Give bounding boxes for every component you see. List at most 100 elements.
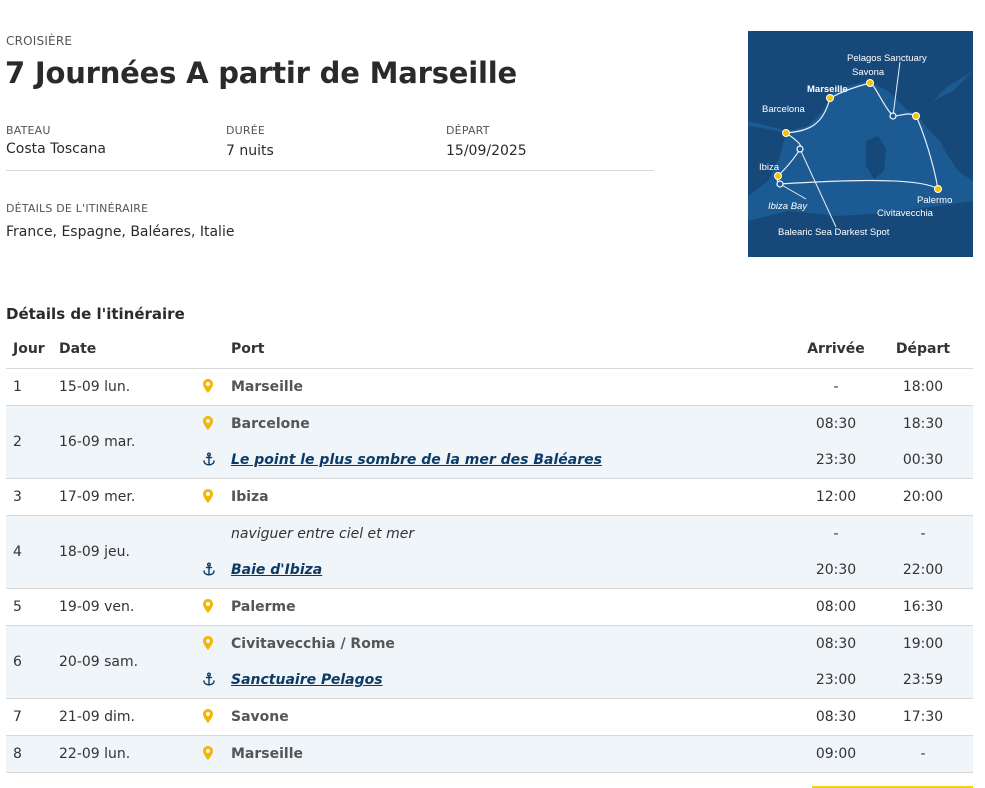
row-arrival: 09:00: [815, 746, 857, 762]
row-port: Civitavecchia / Rome: [231, 636, 395, 652]
row-date: 20-09 sam.: [59, 654, 139, 670]
row-port: Marseille: [231, 746, 304, 762]
row-departure: 17:30: [902, 709, 944, 725]
header-port: Port: [231, 341, 265, 357]
row-arrival: 23:30: [815, 452, 857, 468]
header-day: Jour: [13, 341, 45, 357]
row-departure: -: [920, 746, 926, 762]
pelagos-anchor-marker-icon: [889, 112, 897, 120]
ibiza-bay-anchor-marker-icon: [776, 180, 784, 188]
map-label-ibiza-bay: Ibiza Bay: [768, 201, 808, 212]
row-port: Barcelone: [231, 416, 310, 432]
ibiza-marker-icon: [774, 172, 782, 180]
row-departure: 00:30: [902, 452, 944, 468]
header-departure: Départ: [895, 341, 951, 357]
map-label-ibiza: Ibiza: [759, 162, 780, 173]
excursion-link[interactable]: Baie d'Ibiza: [231, 562, 322, 578]
anchor-icon: [203, 562, 215, 580]
row-arrival: 08:00: [815, 599, 857, 615]
savona-marker-icon: [866, 79, 874, 87]
duration-label: DURÉE: [226, 124, 266, 137]
row-day: 3: [13, 489, 22, 505]
departure-label: DÉPART: [446, 124, 490, 137]
itinerary-details-label: DÉTAILS DE L'ITINÉRAIRE: [6, 202, 149, 215]
map-label-pelagos: Pelagos Sanctuary: [847, 53, 927, 64]
anchor-icon: [203, 452, 215, 470]
row-day: 4: [13, 544, 22, 560]
row-day: 7: [13, 709, 22, 725]
map-pin-icon: [203, 599, 215, 617]
departure-value: 15/09/2025: [446, 143, 527, 159]
row-date: 15-09 lun.: [59, 379, 131, 395]
ship-info: BATEAU Costa Toscana: [6, 124, 106, 157]
itinerary-map[interactable]: Pelagos Sanctuary Savona Marseille Barce…: [748, 31, 973, 257]
map-label-palermo: Palermo: [917, 195, 952, 206]
table-row: 1 15-09 lun. Marseille - 18:00: [6, 369, 973, 406]
row-day: 5: [13, 599, 22, 615]
map-label-civitavecchia: Civitavecchia: [877, 208, 934, 219]
row-date: 19-09 ven.: [59, 599, 135, 615]
map-pin-icon: [203, 636, 215, 654]
row-departure: -: [920, 526, 926, 542]
row-date: 16-09 mar.: [59, 434, 136, 450]
table-row: 5 19-09 ven. Palerme 08:00 16:30: [6, 589, 973, 626]
row-departure: 23:59: [902, 672, 944, 688]
row-day: 2: [13, 434, 22, 450]
barcelona-marker-icon: [782, 129, 790, 137]
row-departure: 16:30: [902, 599, 944, 615]
map-pin-icon: [203, 416, 215, 434]
table-row: 2 16-09 mar. Barcelone 08:30 18:30 Le po…: [6, 406, 973, 479]
land-sardinia: [866, 136, 886, 179]
itinerary-table: Jour Date Port Arrivée Départ 1 15-09 lu…: [6, 332, 973, 773]
row-arrival: -: [833, 526, 839, 542]
route-map-graphic: Pelagos Sanctuary Savona Marseille Barce…: [748, 31, 973, 257]
balearic-anchor-marker-icon: [796, 145, 804, 153]
row-arrival: 20:30: [815, 562, 857, 578]
civitavecchia-marker-icon: [912, 112, 920, 120]
map-pin-icon: [203, 489, 215, 507]
excursion-link[interactable]: Le point le plus sombre de la mer des Ba…: [231, 452, 602, 468]
page-eyebrow: CROISIÈRE: [6, 34, 73, 48]
map-pin-icon: [203, 746, 215, 764]
row-departure: 20:00: [902, 489, 944, 505]
ship-label: BATEAU: [6, 124, 51, 137]
map-label-barcelona: Barcelona: [762, 104, 805, 115]
table-row: 8 22-09 lun. Marseille 09:00 -: [6, 736, 973, 773]
anchor-icon: [203, 672, 215, 690]
header-arrival: Arrivée: [807, 341, 865, 357]
row-departure: 18:30: [902, 416, 944, 432]
ibiza-bay-leader: [779, 183, 807, 200]
cruise-info-row: BATEAU Costa Toscana DURÉE 7 nuits DÉPAR…: [6, 124, 654, 171]
row-port: Ibiza: [231, 489, 269, 505]
table-row: 6 20-09 sam. Civitavecchia / Rome 08:30 …: [6, 626, 973, 699]
table-row: 7 21-09 dim. Savone 08:30 17:30: [6, 699, 973, 736]
row-arrival: -: [833, 379, 839, 395]
palermo-marker-icon: [934, 185, 942, 193]
row-port: Palerme: [231, 599, 296, 615]
map-label-marseille: Marseille: [807, 84, 848, 95]
row-port: Marseille: [231, 379, 304, 395]
row-departure: 22:00: [902, 562, 944, 578]
itinerary-section-title: Détails de l'itinéraire: [6, 305, 185, 323]
map-label-savona: Savona: [852, 67, 885, 78]
excursion-link[interactable]: Sanctuaire Pelagos: [231, 672, 383, 688]
row-day: 1: [13, 379, 22, 395]
row-date: 18-09 jeu.: [59, 544, 130, 560]
row-arrival: 12:00: [815, 489, 857, 505]
row-date: 17-09 mer.: [59, 489, 136, 505]
row-date: 22-09 lun.: [59, 746, 131, 762]
map-label-balearic: Balearic Sea Darkest Spot: [778, 227, 890, 238]
ship-value: Costa Toscana: [6, 141, 106, 157]
table-row: 3 17-09 mer. Ibiza 12:00 20:00: [6, 479, 973, 516]
header-date: Date: [59, 341, 97, 357]
map-pin-icon: [203, 379, 215, 397]
row-port: Savone: [231, 709, 289, 725]
duration-info: DURÉE 7 nuits: [226, 124, 274, 159]
row-date: 21-09 dim.: [59, 709, 135, 725]
row-arrival: 08:30: [815, 709, 857, 725]
map-pin-icon: [203, 709, 215, 727]
page-title: 7 Journées A partir de Marseille: [5, 56, 517, 90]
row-arrival: 08:30: [815, 416, 857, 432]
departure-info: DÉPART 15/09/2025: [446, 124, 527, 159]
itinerary-details-value: France, Espagne, Baléares, Italie: [6, 224, 235, 240]
